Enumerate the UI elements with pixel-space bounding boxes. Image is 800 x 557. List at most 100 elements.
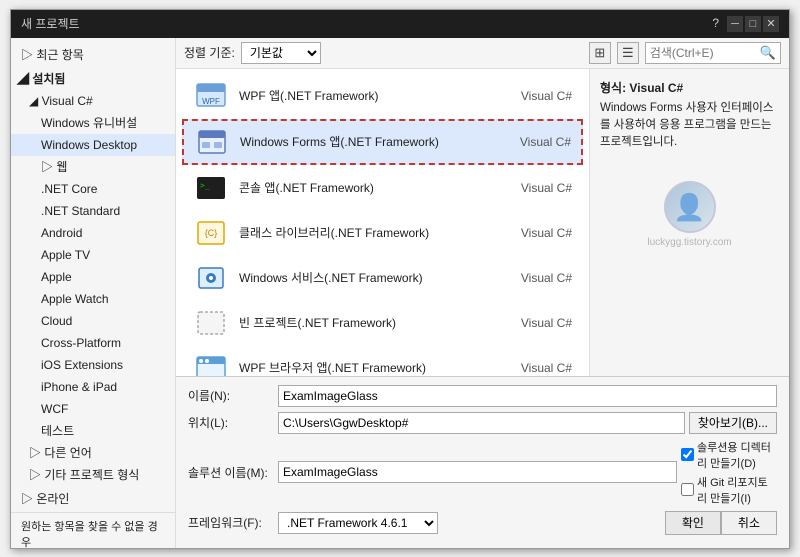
ok-button[interactable]: 확인 (665, 511, 721, 535)
template-icon-console: >_ (193, 172, 229, 204)
template-lang: Visual C# (492, 316, 572, 330)
template-item[interactable]: Windows 서비스(.NET Framework) Visual C# (182, 256, 583, 300)
search-box: 🔍 (645, 42, 781, 64)
template-name: Windows Forms 앱(.NET Framework) (240, 133, 491, 150)
info-panel: 형식: Visual C# Windows Forms 사용자 인터페이스를 사… (589, 69, 789, 376)
template-lang: Visual C# (492, 271, 572, 285)
sidebar-online-section: ▷ 온라인 (11, 488, 175, 510)
location-label: 위치(L): (188, 414, 278, 431)
template-name: WPF 브라우저 앱(.NET Framework) (239, 359, 492, 376)
sidebar-recent-section: ▷ 최근 항목 (11, 44, 175, 66)
list-view-button[interactable]: ☰ (617, 42, 639, 64)
sidebar-item-visual-csharp[interactable]: ◢ Visual C# (11, 90, 175, 112)
name-input[interactable] (278, 385, 777, 407)
template-item[interactable]: WPF 브라우저 앱(.NET Framework) Visual C# (182, 346, 583, 376)
sidebar-item-apple-tv[interactable]: Apple TV (11, 244, 175, 266)
sidebar-item-cross-platform[interactable]: Cross-Platform (11, 332, 175, 354)
form-location-row: 위치(L): 찾아보기(B)... (188, 412, 777, 434)
sidebar-item-test[interactable]: 테스트 (11, 420, 175, 442)
template-item[interactable]: {C} 클래스 라이브러리(.NET Framework) Visual C# (182, 211, 583, 255)
sidebar-item-wcf[interactable]: WCF (11, 398, 175, 420)
question-mark: ? (712, 16, 719, 32)
cancel-button[interactable]: 취소 (721, 511, 777, 535)
sidebar-item-android[interactable]: Android (11, 222, 175, 244)
form-name-row: 이름(N): (188, 385, 777, 407)
checkbox2-label: 새 Git 리포지토리 만들기(I) (697, 474, 777, 506)
name-label: 이름(N): (188, 387, 278, 404)
template-list: WPF WPF 앱(.NET Framework) Visual C# Wind… (176, 69, 589, 376)
template-icon-browser (193, 352, 229, 376)
solution-label: 솔루션 이름(M): (188, 464, 278, 481)
checkbox2-row: 새 Git 리포지토리 만들기(I) (681, 474, 777, 506)
sidebar-item-recent[interactable]: ▷ 최근 항목 (11, 44, 175, 66)
sidebar-installed-section: ◢ 설치됨 ◢ Visual C# Windows 유니버설 Windows D… (11, 68, 175, 486)
sidebar-item-apple[interactable]: Apple (11, 266, 175, 288)
template-icon-empty (193, 307, 229, 339)
browse-button[interactable]: 찾아보기(B)... (689, 412, 777, 434)
minimize-button[interactable]: ─ (727, 16, 743, 32)
sidebar: ▷ 최근 항목 ◢ 설치됨 ◢ Visual C# Windows 유니버설 W… (11, 38, 176, 548)
new-project-dialog: 새 프로젝트 ? ─ □ ✕ ▷ 최근 항목 ◢ 설치됨 ◢ Visual C#… (10, 9, 790, 549)
sidebar-item-dotnet-core[interactable]: .NET Core (11, 178, 175, 200)
template-icon-wpf: WPF (193, 80, 229, 112)
template-icon-forms (194, 126, 230, 158)
sidebar-item-ios-extensions[interactable]: iOS Extensions (11, 354, 175, 376)
sidebar-item-windows-desktop[interactable]: Windows Desktop (11, 134, 175, 156)
solution-input[interactable] (278, 461, 677, 483)
sidebar-item-windows-universal[interactable]: Windows 유니버설 (11, 112, 175, 134)
close-button[interactable]: ✕ (763, 16, 779, 32)
sidebar-item-other-formats[interactable]: ▷ 기타 프로젝트 형식 (11, 464, 175, 486)
search-input[interactable] (650, 46, 760, 60)
template-lang: Visual C# (492, 89, 572, 103)
framework-dropdown[interactable]: .NET Framework 4.6.1 .NET Framework 4.7.… (278, 512, 438, 534)
framework-label: 프레임워크(F): (188, 514, 278, 531)
template-list-container: WPF WPF 앱(.NET Framework) Visual C# Wind… (176, 69, 589, 376)
sidebar-item-iphone-ipad[interactable]: iPhone & iPad (11, 376, 175, 398)
search-icon[interactable]: 🔍 (760, 45, 776, 61)
svg-text:WPF: WPF (202, 97, 220, 106)
watermark: 👤 luckygg.tistory.com (600, 181, 779, 248)
template-name: Windows 서비스(.NET Framework) (239, 269, 492, 286)
dialog-title: 새 프로젝트 (21, 15, 80, 32)
template-name: 클래스 라이브러리(.NET Framework) (239, 224, 492, 241)
window-controls: ? ─ □ ✕ (712, 16, 779, 32)
sidebar-item-apple-watch[interactable]: Apple Watch (11, 288, 175, 310)
sidebar-footer: 원하는 항목을 찾을 수 없을 경우 Visual Studio 설치 관리자 … (11, 512, 175, 548)
template-name: 빈 프로젝트(.NET Framework) (239, 314, 492, 331)
template-toolbar: 정렬 기준: 기본값 이름 유형 ⊞ ☰ 🔍 (176, 38, 789, 69)
template-item[interactable]: Windows Forms 앱(.NET Framework) Visual C… (182, 119, 583, 165)
sidebar-item-installed[interactable]: ◢ 설치됨 (11, 68, 175, 90)
location-input[interactable] (278, 412, 685, 434)
sidebar-item-web[interactable]: ▷ 웹 (11, 156, 175, 178)
template-icon-class: {C} (193, 217, 229, 249)
sidebar-item-dotnet-standard[interactable]: .NET Standard (11, 200, 175, 222)
solution-dir-checkbox[interactable] (681, 448, 694, 461)
info-panel-description: Windows Forms 사용자 인터페이스를 사용하여 응용 프로그램을 만… (600, 100, 779, 152)
template-item[interactable]: WPF WPF 앱(.NET Framework) Visual C# (182, 74, 583, 118)
form-framework-row: 프레임워크(F): .NET Framework 4.6.1 .NET Fram… (188, 511, 777, 535)
template-lang: Visual C# (492, 361, 572, 375)
sidebar-item-online[interactable]: ▷ 온라인 (11, 488, 175, 510)
sort-dropdown[interactable]: 기본값 이름 유형 (241, 42, 321, 64)
sidebar-footer-text: 원하는 항목을 찾을 수 없을 경우 (21, 519, 165, 548)
template-lang: Visual C# (491, 135, 571, 149)
bottom-form: 이름(N): 위치(L): 찾아보기(B)... 솔루션 이름(M): 솔루션용… (176, 376, 789, 548)
template-item[interactable]: 빈 프로젝트(.NET Framework) Visual C# (182, 301, 583, 345)
svg-text:{C}: {C} (205, 228, 218, 238)
git-repo-checkbox[interactable] (681, 483, 694, 496)
info-panel-title: 형식: Visual C# (600, 79, 779, 96)
content-area: ▷ 최근 항목 ◢ 설치됨 ◢ Visual C# Windows 유니버설 W… (11, 38, 789, 548)
template-lang: Visual C# (492, 181, 572, 195)
sort-label: 정렬 기준: (184, 44, 235, 61)
svg-text:>_: >_ (200, 181, 210, 190)
checkbox-area: 솔루션용 디렉터리 만들기(D) 새 Git 리포지토리 만들기(I) (681, 439, 777, 506)
maximize-button[interactable]: □ (745, 16, 761, 32)
title-bar: 새 프로젝트 ? ─ □ ✕ (11, 10, 789, 38)
checkbox1-label: 솔루션용 디렉터리 만들기(D) (697, 439, 777, 471)
template-area: WPF WPF 앱(.NET Framework) Visual C# Wind… (176, 69, 789, 376)
sidebar-item-other-lang[interactable]: ▷ 다른 언어 (11, 442, 175, 464)
sidebar-item-cloud[interactable]: Cloud (11, 310, 175, 332)
grid-view-button[interactable]: ⊞ (589, 42, 611, 64)
template-name: 콘솔 앱(.NET Framework) (239, 179, 492, 196)
template-item[interactable]: >_ 콘솔 앱(.NET Framework) Visual C# (182, 166, 583, 210)
